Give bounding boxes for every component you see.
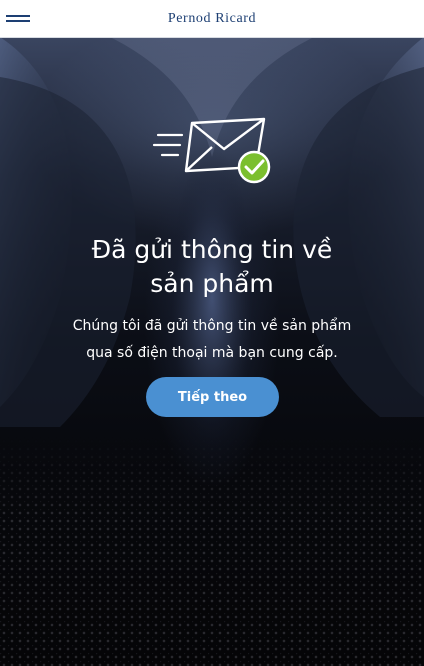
title-line-1: Đã gửi thông tin về	[91, 235, 333, 264]
background-pattern	[0, 437, 424, 666]
top-header: Pernod Ricard	[0, 0, 424, 38]
envelope-sent-check-icon	[152, 115, 274, 187]
brand-logo[interactable]: Pernod Ricard	[0, 11, 424, 27]
app-screen: Pernod Ricard Đã gửi thông tin về sản ph…	[0, 0, 424, 666]
description-line-1: Chúng tôi đã gửi thông tin về sản phẩm	[72, 318, 352, 334]
page-title: Đã gửi thông tin về sản phẩm	[40, 233, 384, 301]
description: Chúng tôi đã gửi thông tin về sản phẩm q…	[30, 313, 394, 367]
description-line-2: qua số điện thoại mà bạn cung cấp.	[86, 345, 338, 361]
next-button[interactable]: Tiếp theo	[146, 377, 279, 417]
title-line-2: sản phẩm	[150, 269, 274, 298]
